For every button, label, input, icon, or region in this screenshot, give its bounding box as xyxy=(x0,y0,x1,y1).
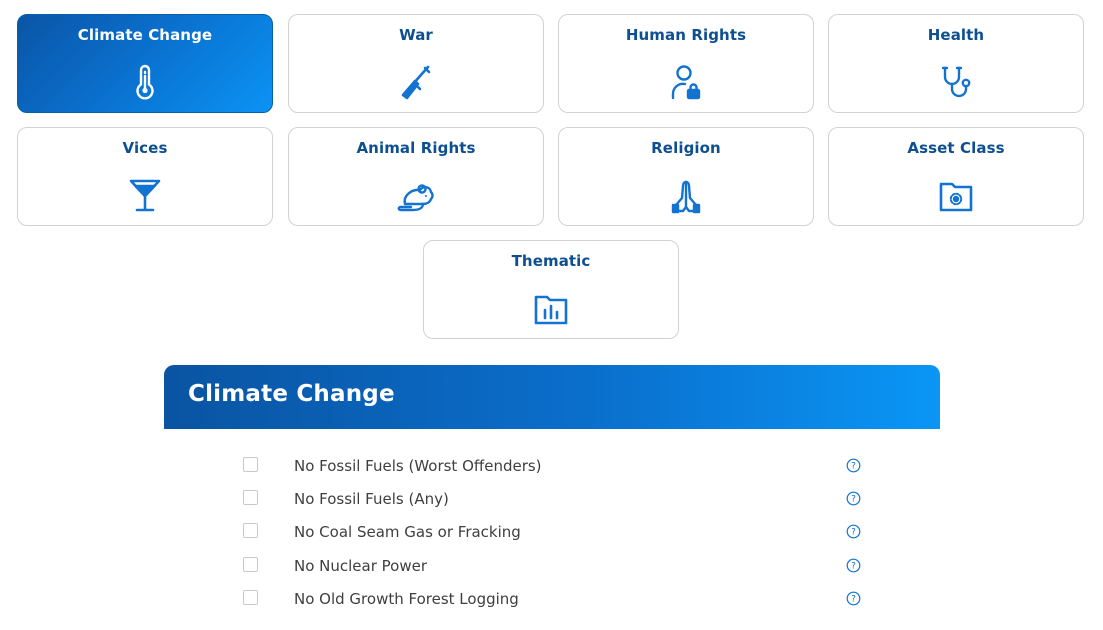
mouse-icon xyxy=(396,175,436,215)
option-label: No Nuclear Power xyxy=(294,557,428,575)
category-tile-vices[interactable]: Vices xyxy=(17,127,273,226)
option-row: No Coal Seam Gas or Fracking ? xyxy=(164,521,940,545)
folder-chart-icon xyxy=(531,288,571,328)
help-icon[interactable]: ? xyxy=(846,524,861,539)
stethoscope-icon xyxy=(936,62,976,102)
help-icon[interactable]: ? xyxy=(846,458,861,473)
svg-text:?: ? xyxy=(851,462,856,472)
thermometer-icon xyxy=(125,62,165,102)
category-label: Health xyxy=(927,26,985,44)
folder-gear-icon xyxy=(936,175,976,215)
option-label: No Coal Seam Gas or Fracking xyxy=(294,523,521,541)
help-icon[interactable]: ? xyxy=(846,491,861,506)
option-checkbox[interactable] xyxy=(243,557,258,572)
option-row: No Fossil Fuels (Any) ? xyxy=(164,488,940,512)
option-checkbox[interactable] xyxy=(243,590,258,605)
category-label: Human Rights xyxy=(625,26,747,44)
section-title: Climate Change xyxy=(188,381,395,407)
category-label: Animal Rights xyxy=(356,139,476,157)
option-checkbox[interactable] xyxy=(243,490,258,505)
category-label: Vices xyxy=(122,139,168,157)
option-row: No Old Growth Forest Logging ? xyxy=(164,588,940,612)
person-lock-icon xyxy=(666,62,706,102)
section-header: Climate Change xyxy=(164,365,940,429)
rifle-icon xyxy=(396,62,436,102)
category-tile-human-rights[interactable]: Human Rights xyxy=(558,14,814,113)
category-tile-animal-rights[interactable]: Animal Rights xyxy=(288,127,544,226)
category-tile-climate-change[interactable]: Climate Change xyxy=(17,14,273,113)
cocktail-glass-icon xyxy=(125,175,165,215)
praying-hands-icon xyxy=(666,175,706,215)
category-label: War xyxy=(399,26,433,44)
category-label: Asset Class xyxy=(907,139,1005,157)
category-label: Religion xyxy=(651,139,721,157)
svg-text:?: ? xyxy=(851,562,856,572)
category-tile-health[interactable]: Health xyxy=(828,14,1084,113)
help-icon[interactable]: ? xyxy=(846,558,861,573)
option-row: No Fossil Fuels (Worst Offenders) ? xyxy=(164,455,940,479)
option-label: No Fossil Fuels (Worst Offenders) xyxy=(294,457,542,475)
category-tile-war[interactable]: War xyxy=(288,14,544,113)
svg-text:?: ? xyxy=(851,528,856,538)
option-label: No Fossil Fuels (Any) xyxy=(294,490,449,508)
category-tile-thematic[interactable]: Thematic xyxy=(423,240,679,339)
category-tile-religion[interactable]: Religion xyxy=(558,127,814,226)
option-checkbox[interactable] xyxy=(243,457,258,472)
category-tile-asset-class[interactable]: Asset Class xyxy=(828,127,1084,226)
help-icon[interactable]: ? xyxy=(846,591,861,606)
option-row: No Nuclear Power ? xyxy=(164,555,940,579)
category-label: Climate Change xyxy=(77,26,213,44)
option-checkbox[interactable] xyxy=(243,523,258,538)
option-label: No Old Growth Forest Logging xyxy=(294,590,519,608)
svg-text:?: ? xyxy=(851,495,856,505)
svg-text:?: ? xyxy=(851,595,856,605)
category-label: Thematic xyxy=(511,252,591,270)
